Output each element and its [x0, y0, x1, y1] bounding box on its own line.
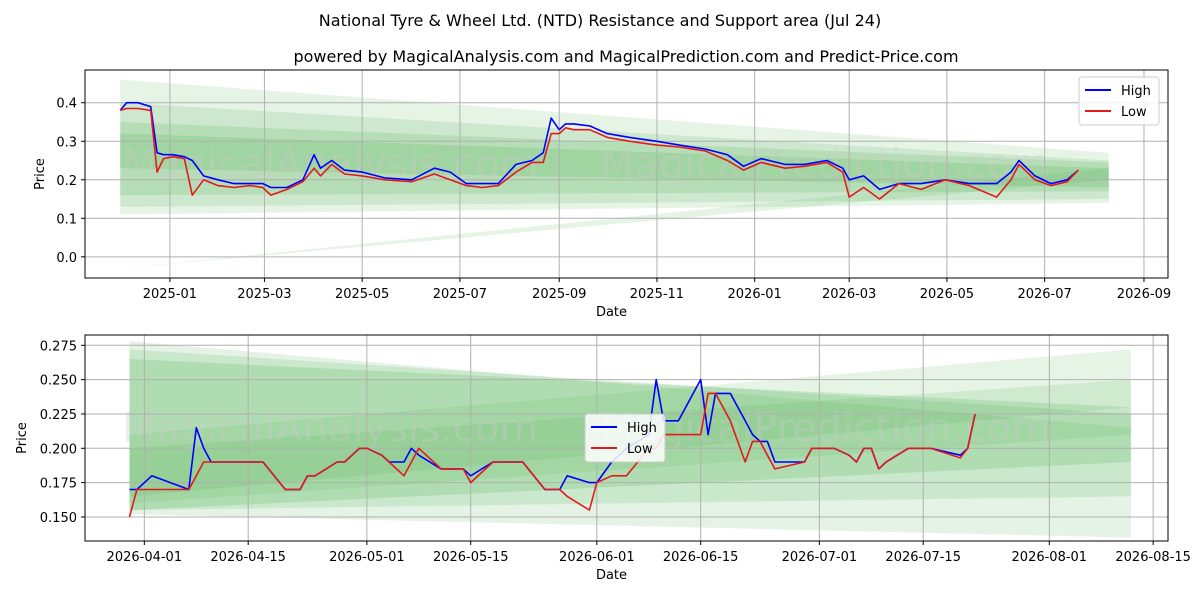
y-tick-label: 0.175	[40, 477, 77, 492]
x-tick-label: 2025-03	[237, 287, 291, 302]
x-tick-label: 2025-05	[335, 287, 389, 302]
x-tick-label: 2026-05-01	[329, 550, 405, 565]
legend-label-high: High	[627, 421, 657, 436]
x-axis-label: Date	[596, 305, 627, 320]
top-plot-panel: MagicalAnalysis.com MagicalPrediction.com…	[33, 69, 1171, 320]
y-axis-label: Price	[33, 158, 48, 190]
x-tick-label: 2026-05-15	[433, 550, 509, 565]
x-tick-label: 2025-07	[433, 287, 487, 302]
legend: High Low	[584, 413, 666, 463]
bottom-plot-panel: MagicalAnalysis.com MagicalPrediction.com…	[15, 334, 1191, 583]
watermark: MagicalPrediction.com	[600, 141, 1050, 187]
x-tick-label: 2026-07-15	[885, 550, 961, 565]
legend: High Low	[1078, 76, 1160, 126]
x-tick-label: 2025-09	[532, 287, 586, 302]
y-tick-label: 0.225	[40, 408, 77, 423]
x-axis-label: Date	[596, 568, 627, 583]
x-tick-label: 2026-04-15	[210, 550, 286, 565]
chart-subtitle: powered by MagicalAnalysis.com and Magic…	[293, 47, 958, 66]
x-tick-label: 2026-06-15	[663, 550, 739, 565]
y-tick-label: 0.2	[56, 174, 77, 189]
y-tick-label: 0.275	[40, 339, 77, 354]
chart-title: National Tyre & Wheel Ltd. (NTD) Resista…	[319, 11, 881, 30]
y-tick-label: 0.200	[40, 442, 77, 457]
x-tick-label: 2026-04-01	[107, 550, 183, 565]
x-tick-label: 2026-08-01	[1012, 550, 1088, 565]
y-tick-label: 0.4	[56, 97, 77, 112]
legend-label-low: Low	[627, 442, 653, 457]
x-tick-label: 2026-06-01	[559, 550, 635, 565]
x-tick-label: 2026-05	[920, 287, 974, 302]
y-tick-label: 0.1	[56, 212, 77, 227]
x-tick-label: 2026-07	[1017, 287, 1071, 302]
y-tick-label: 0.250	[40, 374, 77, 389]
legend-label-low: Low	[1121, 105, 1147, 120]
y-tick-label: 0.3	[56, 135, 77, 150]
legend-label-high: High	[1121, 84, 1151, 99]
x-tick-label: 2026-08-15	[1115, 550, 1191, 565]
y-axis-label: Price	[15, 422, 30, 454]
x-tick-label: 2026-03	[822, 287, 876, 302]
y-tick-label: 0.150	[40, 511, 77, 526]
x-tick-label: 2026-09	[1117, 287, 1171, 302]
y-tick-label: 0.0	[56, 251, 77, 266]
x-tick-label: 2025-11	[630, 287, 684, 302]
x-tick-label: 2026-07-01	[782, 550, 858, 565]
watermark: MagicalAnalysis.com	[122, 141, 538, 187]
chart-figure: National Tyre & Wheel Ltd. (NTD) Resista…	[15, 11, 1191, 583]
watermark: MagicalPrediction.com	[600, 406, 1050, 452]
x-tick-label: 2025-01	[143, 287, 197, 302]
watermark: MagicalAnalysis.com	[122, 406, 538, 452]
x-tick-label: 2026-01	[728, 287, 782, 302]
